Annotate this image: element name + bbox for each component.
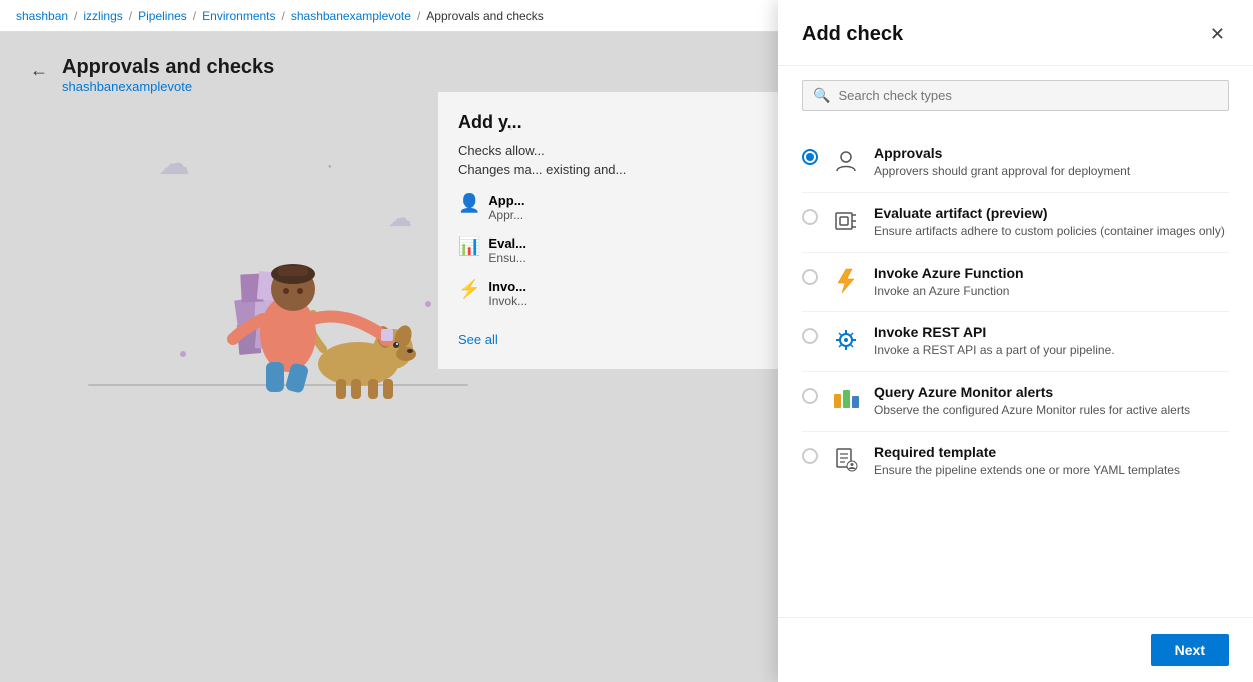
monitor-desc: Observe the configured Azure Monitor rul… bbox=[874, 402, 1190, 419]
azure-function-desc: Invoke an Azure Function bbox=[874, 283, 1024, 300]
radio-btn-azure-function[interactable] bbox=[802, 269, 818, 285]
radio-artifact[interactable] bbox=[802, 209, 818, 225]
azure-function-name: Invoke Azure Function bbox=[874, 265, 1024, 281]
list-item: 👤 App...Appr... bbox=[458, 193, 758, 222]
monitor-svg bbox=[832, 386, 860, 414]
approvals-name: Approvals bbox=[874, 145, 1130, 161]
page-subtitle[interactable]: shashbanexamplevote bbox=[62, 79, 274, 94]
artifact-svg bbox=[832, 207, 860, 235]
artifact-name: Evaluate artifact (preview) bbox=[874, 205, 1225, 221]
radio-btn-approvals[interactable] bbox=[802, 149, 818, 165]
breadcrumb-sep-4: / bbox=[282, 9, 285, 23]
search-input[interactable] bbox=[838, 88, 1218, 103]
check-option-azure-function[interactable]: Invoke Azure Function Invoke an Azure Fu… bbox=[802, 253, 1229, 313]
monitor-icon bbox=[830, 384, 862, 416]
slideover-footer: Next bbox=[778, 617, 1253, 682]
check-option-template[interactable]: Required template Ensure the pipeline ex… bbox=[802, 432, 1229, 491]
azure-function-icon bbox=[830, 265, 862, 297]
list-item: ⚡ Invo...Invok... bbox=[458, 279, 758, 308]
radio-template[interactable] bbox=[802, 448, 818, 464]
partial-panel-title: Add y... bbox=[458, 112, 758, 133]
radio-btn-monitor[interactable] bbox=[802, 388, 818, 404]
template-text: Required template Ensure the pipeline ex… bbox=[874, 444, 1180, 479]
breadcrumb-sep-2: / bbox=[129, 9, 132, 23]
breadcrumb-shashban[interactable]: shashban bbox=[16, 9, 68, 23]
radio-btn-artifact[interactable] bbox=[802, 209, 818, 225]
see-all-link[interactable]: See all bbox=[458, 332, 498, 347]
radio-btn-template[interactable] bbox=[802, 448, 818, 464]
search-area: 🔍 bbox=[778, 66, 1253, 125]
chart-icon-small: 📊 bbox=[458, 236, 480, 257]
page-title-block: Approvals and checks shashbanexamplevote bbox=[62, 56, 274, 94]
next-button[interactable]: Next bbox=[1151, 634, 1229, 666]
page-title: Approvals and checks bbox=[62, 56, 274, 79]
partial-check-list: 👤 App...Appr... 📊 Eval...Ensu... ⚡ Invo.… bbox=[458, 193, 758, 308]
partial-panel-note: Changes ma... existing and... bbox=[458, 162, 758, 177]
breadcrumb-sep-1: / bbox=[74, 9, 77, 23]
template-name: Required template bbox=[874, 444, 1180, 460]
person-icon-small: 👤 bbox=[458, 193, 480, 214]
monitor-text: Query Azure Monitor alerts Observe the c… bbox=[874, 384, 1190, 419]
check-option-monitor[interactable]: Query Azure Monitor alerts Observe the c… bbox=[802, 372, 1229, 432]
rest-api-svg bbox=[832, 326, 860, 354]
approvals-icon bbox=[830, 145, 862, 177]
list-item: 📊 Eval...Ensu... bbox=[458, 236, 758, 265]
slideover-title: Add check bbox=[802, 23, 903, 46]
rest-api-name: Invoke REST API bbox=[874, 324, 1115, 340]
rest-api-desc: Invoke a REST API as a part of your pipe… bbox=[874, 342, 1115, 359]
illustration-svg bbox=[88, 154, 468, 414]
partial-panel-desc: Checks allow... bbox=[458, 143, 758, 158]
template-svg bbox=[832, 446, 860, 474]
radio-rest-api[interactable] bbox=[802, 328, 818, 344]
close-button[interactable]: ✕ bbox=[1206, 20, 1229, 49]
azure-function-svg bbox=[832, 267, 860, 295]
rest-api-text: Invoke REST API Invoke a REST API as a p… bbox=[874, 324, 1115, 359]
breadcrumb-izzlings[interactable]: izzlings bbox=[83, 9, 122, 23]
breadcrumb-pipelines[interactable]: Pipelines bbox=[138, 9, 187, 23]
breadcrumb-sep-3: / bbox=[193, 9, 196, 23]
azure-function-text: Invoke Azure Function Invoke an Azure Fu… bbox=[874, 265, 1024, 300]
breadcrumb-environments[interactable]: Environments bbox=[202, 9, 275, 23]
rest-api-icon bbox=[830, 324, 862, 356]
radio-azure-function[interactable] bbox=[802, 269, 818, 285]
radio-approvals[interactable] bbox=[802, 149, 818, 165]
search-box[interactable]: 🔍 bbox=[802, 80, 1229, 111]
breadcrumb-sep-5: / bbox=[417, 9, 420, 23]
breadcrumb-current: Approvals and checks bbox=[426, 9, 543, 23]
approvals-text: Approvals Approvers should grant approva… bbox=[874, 145, 1130, 180]
page-header: ← Approvals and checks shashbanexamplevo… bbox=[28, 56, 750, 94]
slideover-panel: Add check ✕ 🔍 Approvals Approvers should… bbox=[778, 0, 1253, 682]
partial-panel: Add y... Checks allow... Changes ma... e… bbox=[438, 92, 778, 369]
check-option-rest-api[interactable]: Invoke REST API Invoke a REST API as a p… bbox=[802, 312, 1229, 372]
template-icon bbox=[830, 444, 862, 476]
back-button[interactable]: ← bbox=[28, 58, 50, 83]
artifact-text: Evaluate artifact (preview) Ensure artif… bbox=[874, 205, 1225, 240]
approvals-desc: Approvers should grant approval for depl… bbox=[874, 163, 1130, 180]
check-options-list: Approvals Approvers should grant approva… bbox=[778, 125, 1253, 617]
radio-monitor[interactable] bbox=[802, 388, 818, 404]
approvals-svg bbox=[832, 147, 860, 175]
check-option-artifact[interactable]: Evaluate artifact (preview) Ensure artif… bbox=[802, 193, 1229, 253]
template-desc: Ensure the pipeline extends one or more … bbox=[874, 462, 1180, 479]
check-option-approvals[interactable]: Approvals Approvers should grant approva… bbox=[802, 133, 1229, 193]
radio-btn-rest-api[interactable] bbox=[802, 328, 818, 344]
main-content: ← Approvals and checks shashbanexamplevo… bbox=[0, 32, 778, 682]
artifact-icon bbox=[830, 205, 862, 237]
lightning-icon-small: ⚡ bbox=[458, 279, 480, 300]
breadcrumb-example[interactable]: shashbanexamplevote bbox=[291, 9, 411, 23]
search-icon: 🔍 bbox=[813, 87, 830, 104]
artifact-desc: Ensure artifacts adhere to custom polici… bbox=[874, 223, 1225, 240]
slideover-header: Add check ✕ bbox=[778, 0, 1253, 66]
monitor-name: Query Azure Monitor alerts bbox=[874, 384, 1190, 400]
